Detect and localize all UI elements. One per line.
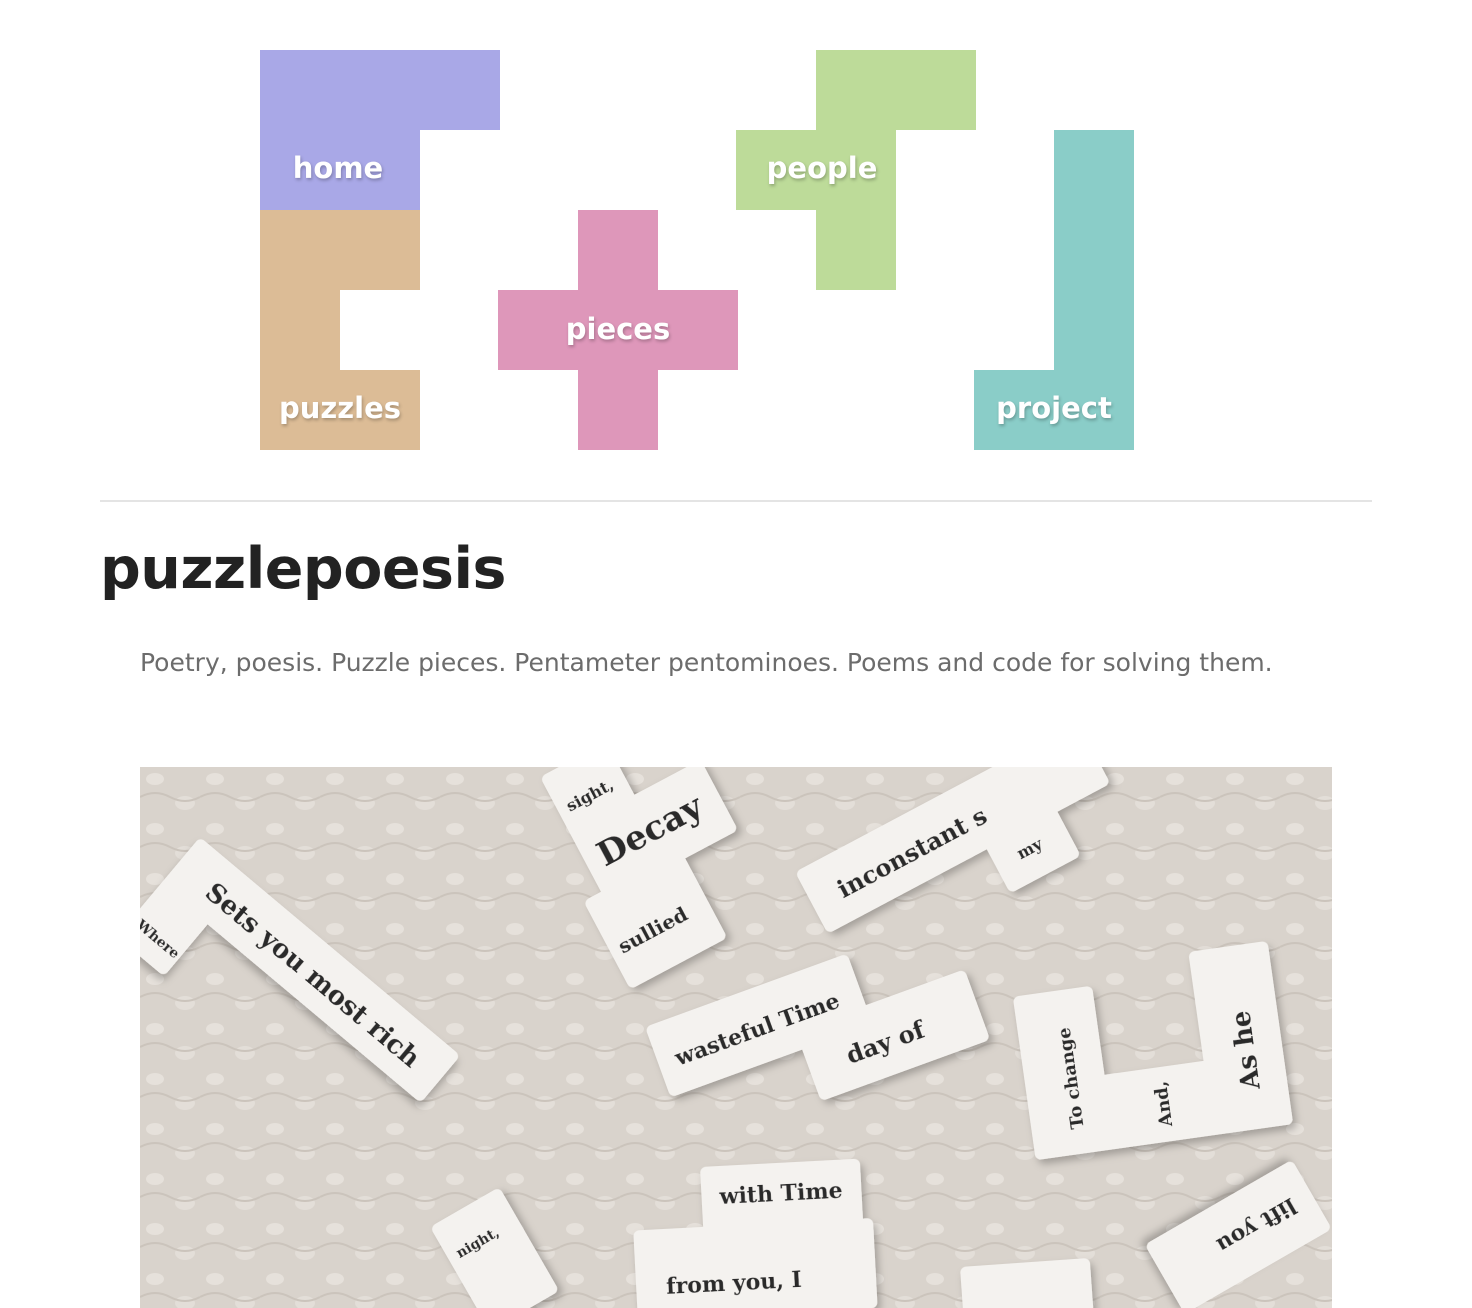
site-tagline: Poetry, poesis. Puzzle pieces. Pentamete… [140,648,1273,677]
puzzles-piece-mid [260,290,340,370]
hero-photo: Sets you most rich Where sight, Decay su… [140,767,1332,1308]
nav-home-label: home [292,151,384,185]
people-piece-top [816,50,976,130]
puzzles-piece-top [260,210,420,290]
pentomino-nav: home puzzles pieces people project [0,0,1472,460]
nav-project-link[interactable]: project [974,130,1134,450]
nav-people-link[interactable]: people [736,50,976,290]
header-divider [100,500,1372,502]
nav-puzzles-label: puzzles [278,391,402,425]
home-piece-top [260,50,500,130]
nav-pieces-link[interactable]: pieces [498,210,738,450]
nav-puzzles-link[interactable]: puzzles [260,210,420,450]
nav-people-label: people [766,151,878,185]
pieces-piece-bottom [578,370,658,450]
nav-project-label: project [996,391,1112,425]
nav-pieces-label: pieces [565,312,671,346]
pieces-piece-top [578,210,658,290]
site-title: puzzlepoesis [100,536,506,602]
nav-home-link[interactable]: home [260,50,500,210]
puzzle-pieces-photo: Sets you most rich Where sight, Decay su… [140,767,1332,1308]
people-piece-bottom [816,210,896,290]
project-piece-stem [1054,130,1134,370]
